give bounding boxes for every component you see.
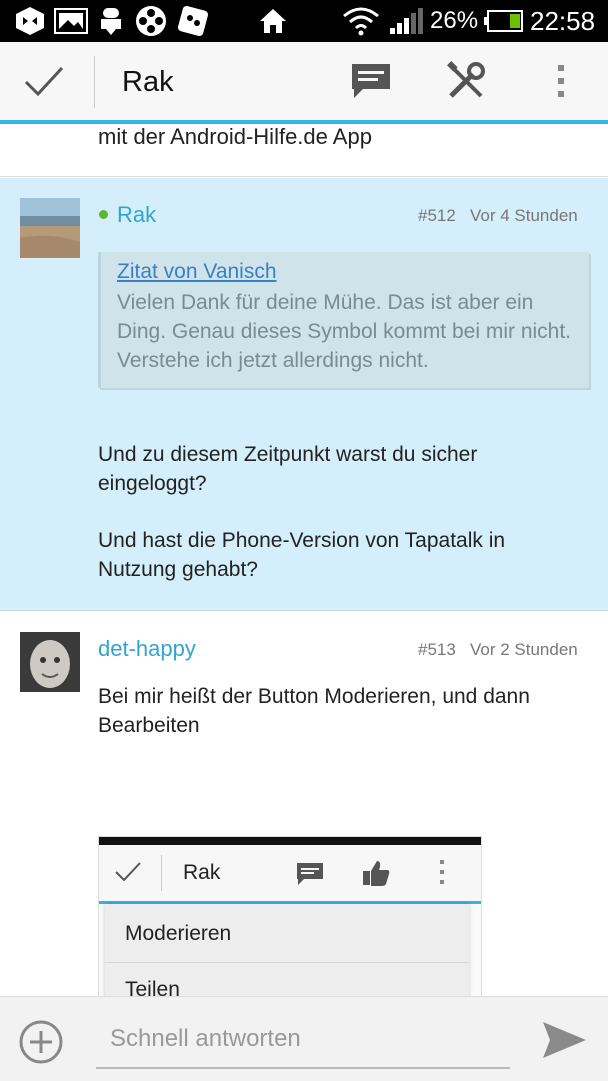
post-time: Vor 2 Stunden — [470, 640, 578, 659]
post-divider — [0, 176, 608, 177]
embedded-title: Rak — [183, 861, 221, 884]
battery-percent: 26% — [430, 7, 479, 34]
app-bar-divider — [94, 56, 95, 108]
checkmark-icon[interactable] — [20, 62, 68, 102]
menu-item-teilen: Teilen — [125, 978, 180, 996]
quick-reply-bar — [0, 996, 608, 1081]
tools-icon[interactable] — [444, 60, 488, 102]
post-number: #512 — [418, 206, 456, 225]
app-bar: Rak — [0, 42, 608, 124]
thumbs-up-icon — [361, 859, 391, 892]
post-512[interactable]: Rak #512 Vor 4 Stunden Zitat von Vanisch… — [0, 178, 608, 610]
online-indicator — [99, 210, 108, 219]
home-icon — [258, 6, 288, 36]
add-attachment-icon[interactable] — [18, 1019, 64, 1070]
signal-icon — [388, 6, 424, 36]
embedded-divider — [161, 855, 162, 891]
post-author[interactable]: Rak — [117, 202, 156, 228]
embedded-screenshot[interactable]: Rak Moderieren Teilen — [98, 836, 482, 996]
avatar[interactable] — [20, 198, 80, 258]
previous-post-signature: mit der Android-Hilfe.de App — [98, 124, 372, 149]
notification-icon — [14, 6, 46, 36]
post-time: Vor 4 Stunden — [470, 206, 578, 225]
media-icon — [176, 5, 210, 37]
thread-content[interactable]: mit der Android-Hilfe.de App Rak #512 Vo… — [0, 124, 608, 996]
quote-author-link[interactable]: Zitat von Vanisch — [117, 260, 277, 284]
post-author[interactable]: det-happy — [98, 636, 196, 662]
post-text: Und zu diesem Zeitpunkt warst du sicher … — [98, 443, 478, 495]
embedded-status-bar — [99, 837, 481, 845]
quote-block: Zitat von Vanisch Vielen Dank für deine … — [98, 252, 589, 388]
checkmark-icon — [113, 859, 143, 890]
menu-item-moderieren: Moderieren — [125, 922, 232, 945]
send-icon[interactable] — [540, 1019, 588, 1066]
avatar[interactable] — [20, 632, 80, 692]
clock: 22:58 — [530, 6, 596, 36]
post-divider — [0, 610, 608, 611]
overflow-menu-icon[interactable] — [548, 60, 574, 102]
wifi-icon — [342, 6, 380, 36]
menu-divider — [105, 962, 469, 963]
message-icon[interactable] — [348, 60, 394, 102]
page-title: Rak — [122, 66, 174, 98]
status-bar: 26% 22:58 — [0, 0, 608, 42]
post-text: Und hast die Phone-Version von Tapatalk … — [98, 529, 506, 581]
overflow-menu-icon — [439, 859, 445, 890]
embedded-overflow-menu: Moderieren Teilen — [105, 904, 469, 996]
android-download-icon — [96, 6, 126, 36]
message-icon — [295, 861, 325, 892]
reel-icon — [134, 6, 168, 36]
quick-reply-input[interactable] — [96, 1015, 510, 1063]
battery-icon — [484, 6, 524, 36]
quick-reply-field — [96, 1015, 510, 1069]
gallery-icon — [54, 6, 88, 36]
post-number: #513 — [418, 640, 456, 659]
post-text: Bei mir heißt der Button Moderieren, und… — [98, 685, 530, 737]
quote-text: Vielen Dank für deine Mühe. Das ist aber… — [117, 291, 572, 372]
embedded-app-bar: Rak — [99, 845, 481, 904]
